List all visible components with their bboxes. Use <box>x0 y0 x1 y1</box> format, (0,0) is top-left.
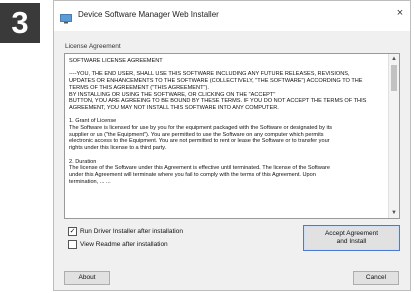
license-paragraph: SOFTWARE LICENSE AGREEMENT <box>69 58 385 65</box>
app-icon <box>60 11 72 24</box>
license-line: supplier or us ("the Equipment"). You ar… <box>69 131 324 138</box>
scroll-up-icon[interactable]: ▲ <box>389 54 399 64</box>
license-line: AGREEMENT, YOU MAY NOT INSTALL THIS SOFT… <box>69 104 279 111</box>
view-readme-label: View Readme after installation <box>80 241 168 248</box>
accept-and-install-button[interactable]: Accept Agreement and Install <box>303 225 400 251</box>
license-paragraph: 2. Duration The license of the Software u… <box>69 159 385 186</box>
license-line: 1. Grant of License <box>69 118 117 125</box>
close-button[interactable]: × <box>390 3 410 23</box>
accept-button-line2: and Install <box>336 238 367 245</box>
license-scrollbar[interactable]: ▲ ▼ <box>388 54 399 218</box>
license-line: SOFTWARE LICENSE AGREEMENT <box>69 58 163 64</box>
run-driver-installer-checkbox[interactable]: ✓ <box>68 227 77 236</box>
title-bar: Device Software Manager Web Installer × <box>54 1 410 31</box>
scroll-thumb[interactable] <box>391 65 397 91</box>
license-line: The license of the Software under this A… <box>69 165 330 172</box>
about-button[interactable]: About <box>64 271 110 285</box>
license-line: BUTTON, YOU ARE AGREEING TO BE BOUND BY … <box>69 98 367 105</box>
about-button-label: About <box>78 274 96 281</box>
license-text-area[interactable]: SOFTWARE LICENSE AGREEMENT ----YOU, THE E… <box>64 53 400 219</box>
license-line: electronic access to the Equipment. You … <box>69 138 330 145</box>
license-paragraph: ----YOU, THE END USER, SHALL USE THIS SO… <box>69 71 385 111</box>
license-line: TERMS OF THIS AGREEMENT ("THIS AGREEMENT… <box>69 84 209 91</box>
run-driver-installer-option[interactable]: ✓ Run Driver Installer after installatio… <box>68 227 183 236</box>
run-driver-installer-label: Run Driver Installer after installation <box>80 228 183 235</box>
license-line: UPDATES OR ENHANCEMENTS TO THE SOFTWARE … <box>69 78 363 85</box>
view-readme-option[interactable]: View Readme after installation <box>68 240 168 249</box>
license-line: ----YOU, THE END USER, SHALL USE THIS SO… <box>69 71 350 78</box>
license-line: BY INSTALLING OR USING THE SOFTWARE, OR … <box>69 91 276 98</box>
license-paragraph: 1. Grant of License The Software is licen… <box>69 118 385 152</box>
cancel-button[interactable]: Cancel <box>353 271 399 285</box>
view-readme-checkbox[interactable] <box>68 240 77 249</box>
cancel-button-label: Cancel <box>365 274 387 281</box>
license-line: rights under this license to a third par… <box>69 145 167 152</box>
installer-dialog: Device Software Manager Web Installer × … <box>53 0 411 291</box>
close-icon: × <box>396 7 404 19</box>
scroll-down-icon[interactable]: ▼ <box>389 208 399 218</box>
license-line: termination, ... ... <box>69 178 111 185</box>
license-text: SOFTWARE LICENSE AGREEMENT ----YOU, THE E… <box>69 58 385 185</box>
accept-button-line1: Accept Agreement <box>324 230 379 237</box>
license-group-label: License Agreement <box>65 43 121 50</box>
window-title: Device Software Manager Web Installer <box>78 10 219 19</box>
license-line: The Software is licensed for use by you … <box>69 125 333 131</box>
license-line: 2. Duration <box>69 158 97 165</box>
license-line: under this Agreement will terminate wher… <box>69 171 316 178</box>
step-number-badge: 3 <box>0 3 40 43</box>
